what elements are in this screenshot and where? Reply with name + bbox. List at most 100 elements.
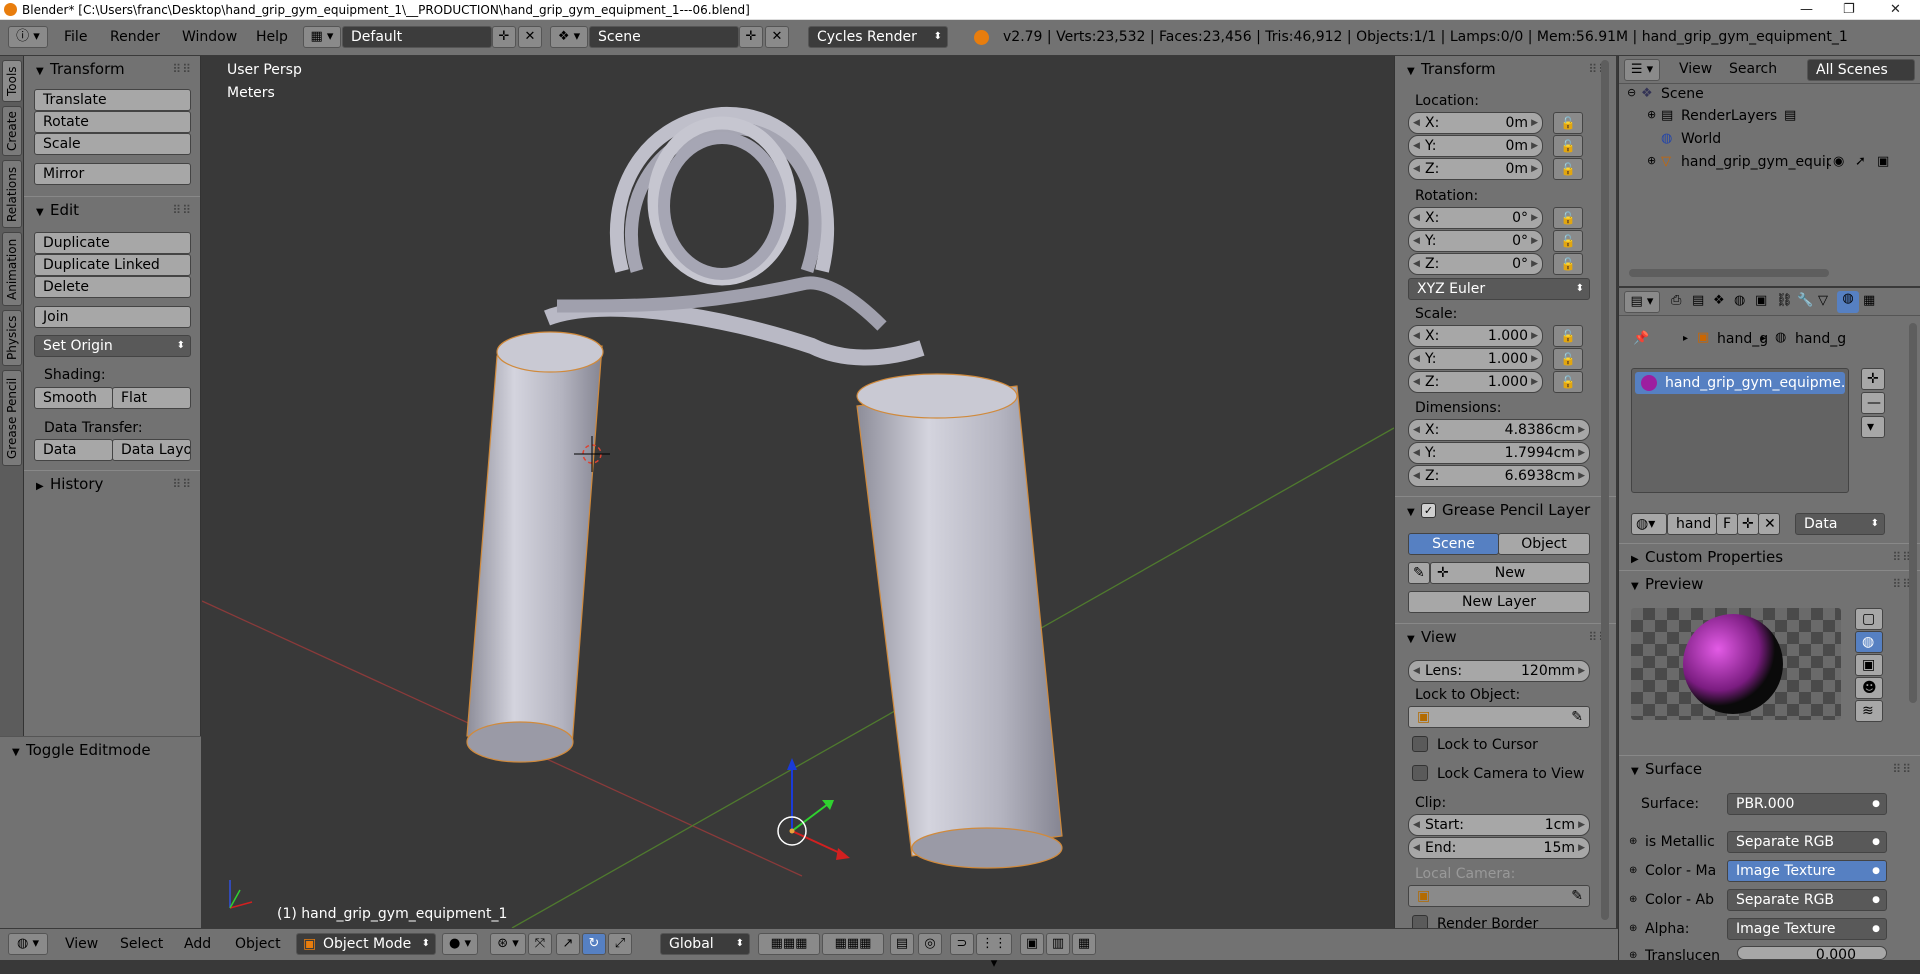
fake-user-button[interactable]: F: [1716, 513, 1738, 535]
checkbox-checked-icon[interactable]: ✓: [1421, 503, 1436, 518]
outliner-view-menu[interactable]: View: [1679, 61, 1712, 77]
expand-input-icon[interactable]: ⊕: [1629, 836, 1637, 847]
eyedropper-icon[interactable]: ✎: [1571, 707, 1583, 727]
material-slot-item[interactable]: hand_grip_gym_equipme...: [1635, 372, 1845, 394]
set-origin-dropdown[interactable]: Set Origin ⬍: [34, 335, 191, 357]
lock-icon[interactable]: 🔓: [1553, 348, 1583, 370]
dimension-x-field[interactable]: ◀ X: 4.8386cm ▶: [1408, 419, 1590, 441]
menu-window[interactable]: Window: [182, 29, 237, 45]
minimize-button[interactable]: —: [1800, 0, 1813, 20]
rotate-manipulator-icon[interactable]: ↻: [582, 933, 606, 955]
outliner-scrollbar[interactable]: [1629, 269, 1829, 277]
render-still-icon[interactable]: ▣: [1020, 933, 1044, 955]
layout-icon[interactable]: ▦ ▾: [303, 26, 341, 48]
menu-render[interactable]: Render: [110, 29, 160, 45]
rotation-z-field[interactable]: ◀ Z: 0° ▶: [1408, 253, 1543, 275]
menu-view[interactable]: View: [65, 936, 98, 952]
close-window-button[interactable]: ✕: [1890, 0, 1901, 20]
grease-pencil-icon[interactable]: ✎: [1408, 562, 1430, 584]
lock-to-cursor-checkbox[interactable]: [1412, 736, 1428, 752]
remove-scene-icon[interactable]: ✕: [765, 26, 789, 48]
menu-select[interactable]: Select: [120, 936, 163, 952]
scene-selector[interactable]: Scene: [589, 26, 739, 48]
material-name-field[interactable]: hand: [1667, 513, 1717, 535]
location-y-field[interactable]: ◀ Y: 0m ▶: [1408, 135, 1543, 157]
translate-button[interactable]: Translate: [34, 89, 191, 111]
new-material-button[interactable]: ✛: [1737, 513, 1759, 535]
tab-create[interactable]: Create: [2, 106, 22, 156]
opengl-render-icon[interactable]: ▦: [1072, 933, 1096, 955]
transform-orientation-select[interactable]: Global ⬍: [660, 933, 750, 955]
tab-animation[interactable]: Animation: [2, 232, 22, 306]
expand-input-icon[interactable]: ⊕: [1629, 894, 1637, 905]
interaction-mode-select[interactable]: ▣ Object Mode ⬍: [296, 933, 436, 955]
dimension-y-field[interactable]: ◀ Y: 1.7994cm ▶: [1408, 442, 1590, 464]
lock-icon[interactable]: 🔓: [1553, 135, 1583, 157]
outliner-renderlayers[interactable]: RenderLayers: [1681, 108, 1777, 124]
editor-type-properties-icon[interactable]: ▤ ▾: [1624, 291, 1660, 313]
lock-icon[interactable]: 🔓: [1553, 207, 1583, 229]
add-scene-icon[interactable]: ✛: [739, 26, 763, 48]
editor-type-info-icon[interactable]: ⓘ ▾: [8, 26, 48, 48]
visibility-eye-icon[interactable]: ◉: [1833, 154, 1844, 169]
material-tab-icon[interactable]: ◍: [1837, 291, 1859, 313]
custom-properties-header[interactable]: ▶ Custom Properties ⠿⠿: [1619, 543, 1920, 569]
lock-camera-checkbox[interactable]: [1412, 765, 1428, 781]
rotation-y-field[interactable]: ◀ Y: 0° ▶: [1408, 230, 1543, 252]
duplicate-linked-button[interactable]: Duplicate Linked: [34, 254, 191, 276]
scale-button[interactable]: Scale: [34, 133, 191, 155]
clip-start-field[interactable]: ◀ Start: 1cm ▶: [1408, 814, 1590, 836]
drag-grip-icon[interactable]: ⠿⠿: [172, 56, 192, 82]
render-camera-icon[interactable]: ▣: [1877, 154, 1889, 169]
metallic-input-select[interactable]: Separate RGB ●: [1727, 831, 1887, 853]
outliner-hand-grip[interactable]: hand_grip_gym_equipr: [1681, 154, 1831, 170]
pivot-point-icon[interactable]: ⊛ ▾: [490, 933, 526, 955]
tab-tools[interactable]: Tools: [2, 60, 22, 102]
3d-viewport[interactable]: User Persp Meters (1) hand_grip_gym_equi…: [202, 56, 1394, 928]
expand-toggle-icon[interactable]: ⊕: [1647, 154, 1656, 167]
preview-flat-icon[interactable]: ▢: [1855, 608, 1883, 630]
preview-cube-icon[interactable]: ▣: [1855, 654, 1883, 676]
lock-object-field[interactable]: ▣ ✎: [1408, 706, 1590, 728]
data-tab-icon[interactable]: ▽: [1818, 293, 1828, 308]
pin-icon[interactable]: 📌: [1633, 331, 1649, 346]
grease-pencil-layer-header[interactable]: ▼ ✓ Grease Pencil Layer: [1395, 496, 1616, 522]
drag-grip-icon[interactable]: ⠿⠿: [1892, 756, 1912, 782]
scene-tab-icon[interactable]: ❖: [1713, 293, 1725, 308]
slot-specials-button[interactable]: ▾: [1861, 416, 1885, 438]
history-panel-header[interactable]: ▶ History ⠿⠿: [24, 470, 200, 496]
viewport-shading-icon[interactable]: ● ▾: [442, 933, 478, 955]
expand-input-icon[interactable]: ⊕: [1629, 950, 1637, 961]
preview-sphere-icon[interactable]: ◍: [1855, 631, 1883, 653]
remove-slot-button[interactable]: —: [1861, 392, 1885, 414]
outliner-scene[interactable]: Scene: [1661, 86, 1704, 102]
proportional-edit-icon[interactable]: ◎: [918, 933, 942, 955]
lock-icon[interactable]: 🔓: [1553, 325, 1583, 347]
layers-grid-icon[interactable]: ▦▦▦: [822, 933, 884, 955]
manipulator-toggle-icon[interactable]: ⤧: [528, 933, 552, 955]
data-layout-button[interactable]: Data Layo: [112, 439, 191, 461]
grease-scene-button[interactable]: Scene: [1408, 533, 1499, 555]
surface-header[interactable]: ▼ Surface ⠿⠿: [1619, 755, 1920, 781]
editor-type-outliner-icon[interactable]: ☰ ▾: [1624, 59, 1660, 81]
menu-add[interactable]: Add: [184, 936, 211, 952]
tab-physics[interactable]: Physics: [2, 310, 22, 366]
expand-input-icon[interactable]: ⊕: [1629, 865, 1637, 876]
lock-icon[interactable]: 🔓: [1553, 230, 1583, 252]
rotation-x-field[interactable]: ◀ X: 0° ▶: [1408, 207, 1543, 229]
flat-button[interactable]: Flat: [112, 387, 191, 409]
translucent-field[interactable]: 0.000: [1737, 946, 1887, 960]
lock-icon[interactable]: 🔓: [1553, 371, 1583, 393]
select-cursor-icon[interactable]: ➚: [1855, 154, 1866, 169]
render-tab-icon[interactable]: ⎙: [1671, 293, 1681, 308]
location-x-field[interactable]: ◀ X: 0m ▶: [1408, 112, 1543, 134]
remove-layout-icon[interactable]: ✕: [518, 26, 542, 48]
color-ab-input-select[interactable]: Separate RGB ●: [1727, 889, 1887, 911]
breadcrumb-material[interactable]: hand_g: [1795, 331, 1846, 347]
constraints-tab-icon[interactable]: ⛓: [1776, 293, 1793, 308]
add-layout-icon[interactable]: ✛: [492, 26, 516, 48]
render-layer-icon[interactable]: ▤: [1784, 108, 1796, 123]
eyedropper-icon[interactable]: ✎: [1571, 886, 1583, 906]
scene-icon[interactable]: ❖ ▾: [550, 26, 588, 48]
outliner-search-menu[interactable]: Search: [1729, 61, 1777, 77]
